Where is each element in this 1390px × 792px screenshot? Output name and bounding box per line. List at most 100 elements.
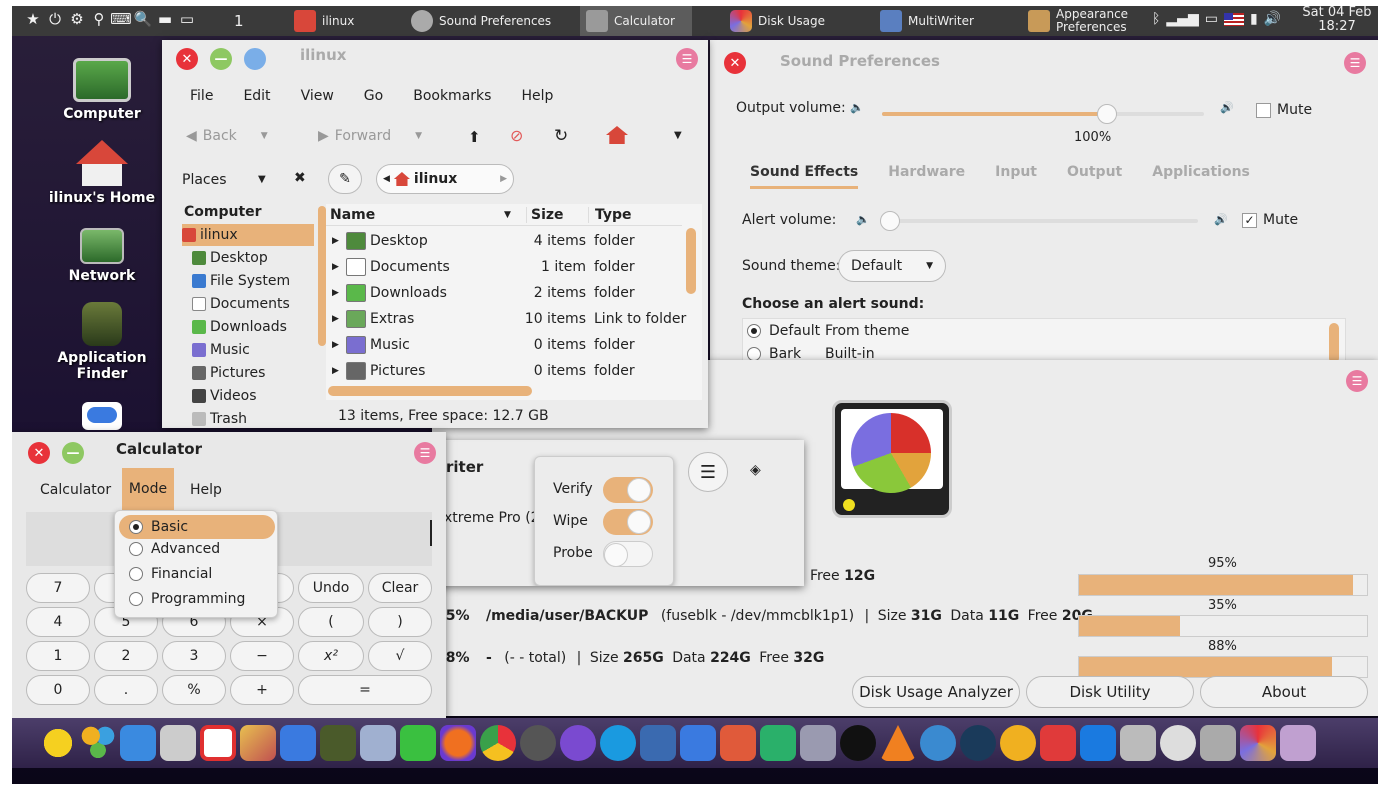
power-icon[interactable]: ⏻ (44, 10, 66, 28)
calculator-icon[interactable] (1200, 725, 1236, 761)
search-icon[interactable]: 🔍 (132, 10, 154, 28)
binoculars-icon[interactable] (320, 725, 356, 761)
table-row[interactable]: ▶ Music 0 items folder (326, 332, 706, 358)
table-row[interactable]: ▶ Downloads 2 items folder (326, 280, 706, 306)
alert-mute-checkbox[interactable]: ✓ Mute (1242, 212, 1298, 228)
expander-icon[interactable]: ▶ (326, 314, 340, 324)
menu-calculator[interactable]: Calculator (40, 482, 111, 498)
output-mute-checkbox[interactable]: Mute (1256, 102, 1312, 118)
expander-icon[interactable]: ▶ (326, 236, 340, 246)
tab-output[interactable]: Output (1067, 164, 1122, 180)
sound-theme-dropdown[interactable]: Default ▼ (838, 250, 946, 282)
menu-bookmarks[interactable]: Bookmarks (413, 88, 491, 104)
window-menu-button[interactable]: ☰ (676, 48, 698, 70)
sidebar-scrollbar[interactable] (318, 206, 326, 346)
back-button[interactable]: ◀ Back ▼ (186, 128, 268, 144)
menu-edit[interactable]: Edit (243, 88, 270, 104)
task-sound-preferences[interactable]: Sound Preferences (405, 6, 557, 36)
tab-input[interactable]: Input (995, 164, 1037, 180)
vertical-scrollbar[interactable] (686, 228, 696, 294)
task-calculator[interactable]: Calculator (580, 6, 692, 36)
output-volume-slider[interactable] (882, 104, 1204, 124)
key-plus[interactable]: + (230, 675, 294, 705)
key-minus[interactable]: − (230, 641, 294, 671)
key-equals[interactable]: = (298, 675, 432, 705)
desktop-icon-network[interactable]: Network (42, 228, 162, 284)
amarok-icon[interactable] (840, 725, 876, 761)
mode-option-advanced[interactable]: Advanced (129, 541, 220, 557)
menu-mode[interactable]: Mode (122, 468, 174, 510)
apps-grid-icon[interactable] (80, 725, 116, 761)
close-button[interactable]: ✕ (176, 48, 198, 70)
teamviewer-icon[interactable] (1080, 725, 1116, 761)
close-button[interactable]: ✕ (28, 442, 50, 464)
alert-row-default[interactable]: Default From theme (747, 323, 909, 339)
desktop-icon-application-finder[interactable]: Application Finder (42, 302, 162, 382)
key-sqrt[interactable]: √ (368, 641, 432, 671)
desktop-show-icon[interactable] (120, 725, 156, 761)
sidebar-item-videos[interactable]: Videos (192, 385, 327, 407)
multiwriter-icon[interactable] (1280, 725, 1316, 761)
expander-icon[interactable]: ▶ (326, 288, 340, 298)
key-7[interactable]: 7 (26, 573, 90, 603)
tab-applications[interactable]: Applications (1152, 164, 1250, 180)
table-row[interactable]: ▶ Pictures 0 items folder (326, 358, 706, 384)
workspace-number[interactable]: 1 (234, 12, 244, 30)
stop-icon[interactable]: ⊘ (510, 126, 523, 145)
close-button[interactable]: ✕ (724, 52, 746, 74)
home-icon[interactable] (606, 126, 628, 144)
tab-sound-effects[interactable]: Sound Effects (750, 164, 859, 189)
appearance-icon[interactable] (240, 725, 276, 761)
wipe-toggle[interactable] (603, 509, 653, 535)
usb-icon[interactable]: ◈ (750, 462, 761, 478)
key-4[interactable]: 4 (26, 607, 90, 637)
mode-option-financial[interactable]: Financial (129, 566, 212, 582)
sidebar-item-downloads[interactable]: Downloads (192, 316, 327, 338)
bluetooth-icon[interactable]: ᛒ (1152, 11, 1160, 27)
sidebar-item-music[interactable]: Music (192, 339, 327, 361)
settings-toggle-icon[interactable] (82, 402, 122, 430)
disk-usage-analyzer-button[interactable]: Disk Usage Analyzer (852, 676, 1020, 708)
us-flag-icon[interactable] (1223, 12, 1244, 26)
chevron-down-icon[interactable]: ▼ (258, 174, 266, 185)
task-disk-usage[interactable]: Disk Usage (724, 6, 831, 36)
sidebar-item-filesystem[interactable]: File System (192, 270, 327, 292)
binoculars-icon[interactable]: ⚲ (88, 10, 110, 28)
window-menu-button[interactable]: ☰ (1344, 52, 1366, 74)
camera-icon[interactable] (800, 725, 836, 761)
clipboard-icon[interactable]: ▮ (1250, 11, 1258, 27)
key-1[interactable]: 1 (26, 641, 90, 671)
rocket-icon[interactable] (360, 725, 396, 761)
settings-toggle-icon[interactable]: ⚙ (66, 10, 88, 28)
sidebar-item-trash[interactable]: Trash (192, 408, 327, 428)
favorites-star-icon[interactable] (40, 725, 76, 761)
sidebar-item-documents[interactable]: Documents (192, 293, 327, 315)
viber-icon[interactable] (560, 725, 596, 761)
key-open-paren[interactable]: ( (298, 607, 364, 637)
about-button[interactable]: About (1200, 676, 1368, 708)
window-menu-button[interactable]: ☰ (414, 442, 436, 464)
minimize-button[interactable]: — (62, 442, 84, 464)
disk-icon[interactable] (1160, 725, 1196, 761)
column-name[interactable]: Name (326, 207, 526, 223)
task-appearance-preferences[interactable]: Appearance Preferences (1022, 6, 1136, 36)
trash-icon[interactable] (1120, 725, 1156, 761)
forward-button[interactable]: ▶ Forward ▼ (318, 128, 422, 144)
sidebar-item-desktop[interactable]: Desktop (192, 247, 327, 269)
mode-option-programming[interactable]: Programming (129, 591, 245, 607)
mode-option-basic[interactable]: Basic (119, 515, 275, 539)
menu-view[interactable]: View (301, 88, 334, 104)
horizontal-scrollbar[interactable] (328, 386, 532, 396)
disk-utility-button[interactable]: Disk Utility (1026, 676, 1194, 708)
qbittorrent-icon[interactable] (920, 725, 956, 761)
task-multiwriter[interactable]: MultiWriter (874, 6, 980, 36)
reload-icon[interactable]: ↻ (554, 126, 568, 146)
key-2[interactable]: 2 (94, 641, 158, 671)
battery-icon[interactable]: ▭ (1205, 11, 1218, 27)
minimize-button[interactable]: — (210, 48, 232, 70)
column-type[interactable]: Type (588, 206, 682, 223)
key-square[interactable]: x² (298, 641, 364, 671)
window-menu-button[interactable]: ☰ (1346, 370, 1368, 392)
table-row[interactable]: ▶ Extras 10 items Link to folder (326, 306, 706, 332)
scrollbar[interactable] (1329, 323, 1339, 360)
